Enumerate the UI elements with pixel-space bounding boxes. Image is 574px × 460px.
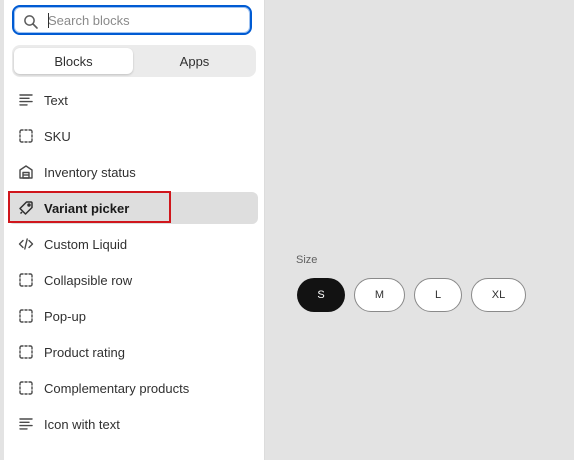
dashed-square-icon (18, 380, 34, 396)
search-box[interactable] (12, 5, 252, 35)
size-option-m[interactable]: M (354, 278, 405, 312)
search-icon (23, 14, 39, 30)
text-lines-icon (18, 92, 34, 108)
block-item-inventory-status[interactable]: Inventory status (4, 154, 264, 190)
block-item-label: SKU (44, 129, 71, 144)
tab-blocks[interactable]: Blocks (14, 48, 133, 74)
tab-apps[interactable]: Apps (135, 48, 254, 74)
block-item-complementary-products[interactable]: Complementary products (4, 370, 264, 406)
dashed-square-icon (18, 128, 34, 144)
block-item-label: Complementary products (44, 381, 190, 396)
block-picker-panel: Blocks Apps Text SKU Inventory status (4, 0, 264, 460)
text-lines-icon (18, 416, 34, 432)
block-item-label: Pop-up (44, 309, 86, 324)
block-item-icon-with-text[interactable]: Icon with text (4, 406, 264, 442)
dashed-square-icon (18, 272, 34, 288)
block-item-label: Collapsible row (44, 273, 133, 288)
size-option-s[interactable]: S (297, 278, 345, 312)
dashed-square-icon (18, 344, 34, 360)
block-item-product-rating[interactable]: Product rating (4, 334, 264, 370)
warehouse-icon (18, 164, 34, 180)
block-item-sku[interactable]: SKU (4, 118, 264, 154)
block-item-text[interactable]: Text (4, 82, 264, 118)
size-option-xl[interactable]: XL (471, 278, 526, 312)
highlight-box (8, 191, 171, 223)
size-label: Size (296, 254, 318, 266)
text-caret (48, 13, 49, 28)
block-list: Text SKU Inventory status Variant picker (4, 82, 264, 442)
block-item-pop-up[interactable]: Pop-up (4, 298, 264, 334)
block-item-collapsible-row[interactable]: Collapsible row (4, 262, 264, 298)
block-item-variant-picker[interactable]: Variant picker (4, 190, 264, 226)
block-item-label: Icon with text (44, 417, 120, 432)
dashed-square-icon (18, 308, 34, 324)
code-icon (18, 236, 34, 252)
search-input[interactable] (48, 10, 238, 30)
block-item-label: Product rating (44, 345, 125, 360)
block-item-custom-liquid[interactable]: Custom Liquid (4, 226, 264, 262)
block-item-label: Inventory status (44, 165, 136, 180)
tab-bar: Blocks Apps (12, 45, 256, 77)
size-option-l[interactable]: L (414, 278, 462, 312)
block-item-label: Custom Liquid (44, 237, 128, 252)
block-item-label: Text (44, 93, 68, 108)
